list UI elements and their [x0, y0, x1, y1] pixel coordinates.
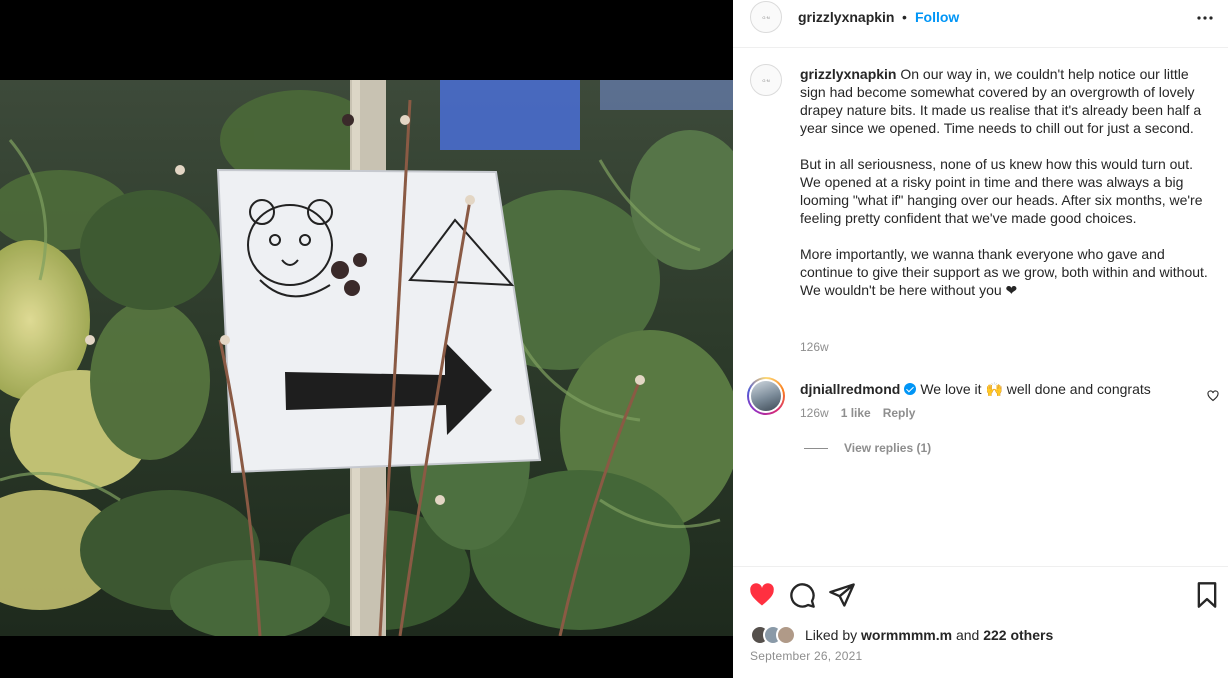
- caption-username[interactable]: grizzlyxnapkin: [800, 66, 896, 82]
- view-replies-button[interactable]: View replies (1): [804, 441, 931, 455]
- comment-icon: [790, 583, 815, 608]
- caption-paragraph-3: More importantly, we wanna thank everyon…: [800, 246, 1208, 298]
- comment-timestamp[interactable]: 126w: [800, 406, 829, 420]
- liked-by-prefix: Liked by: [805, 627, 858, 643]
- comment-like-button[interactable]: [1207, 389, 1219, 402]
- verified-badge-icon: [904, 383, 917, 395]
- commenter-avatar-image: [749, 379, 783, 413]
- follow-button[interactable]: Follow: [915, 9, 959, 25]
- post-media: [0, 0, 733, 678]
- caption-avatar[interactable]: G·N: [750, 64, 782, 96]
- bookmark-icon: [1197, 582, 1217, 608]
- view-replies-label: View replies (1): [844, 441, 932, 455]
- comment-button[interactable]: [788, 581, 816, 609]
- commenter-username[interactable]: djniallredmond: [800, 381, 900, 397]
- liked-by-row: Liked by wormmmm.m and 222 others: [750, 625, 1053, 645]
- liker-avatar: [776, 625, 796, 645]
- author-avatar-logo: G·N: [762, 14, 770, 20]
- comments-section[interactable]: G·N grizzlyxnapkin On our way in, we cou…: [733, 49, 1228, 565]
- liker-avatars[interactable]: [750, 625, 805, 645]
- post-detail-panel: G·N grizzlyxnapkin • Follow G·N grizzlyx…: [733, 0, 1228, 678]
- post-header: G·N grizzlyxnapkin • Follow: [733, 0, 1228, 48]
- post-actions: Liked by wormmmm.m and 222 others Septem…: [733, 566, 1228, 678]
- post-caption: grizzlyxnapkin On our way in, we couldn'…: [800, 65, 1210, 299]
- caption-avatar-logo: G·N: [762, 77, 770, 83]
- liked-by-and: and: [955, 627, 980, 643]
- liked-by-others-link[interactable]: 222 others: [983, 627, 1053, 643]
- post-photo-image: [0, 80, 733, 636]
- more-horizontal-icon: [1197, 16, 1213, 20]
- comment-meta: 126w 1 like Reply: [800, 406, 915, 420]
- comment-body: djniallredmond We love it 🙌 well done and…: [800, 380, 1200, 398]
- send-icon: [829, 583, 855, 607]
- save-button[interactable]: [1193, 581, 1221, 609]
- view-replies-line: [804, 447, 828, 449]
- author-avatar[interactable]: G·N: [750, 1, 782, 33]
- like-button[interactable]: [748, 581, 776, 609]
- heart-outline-icon: [1207, 390, 1219, 402]
- post-date[interactable]: September 26, 2021: [750, 649, 862, 663]
- share-button[interactable]: [828, 581, 856, 609]
- more-options-button[interactable]: [1193, 6, 1217, 30]
- header-separator: •: [902, 9, 907, 25]
- caption-paragraph-2: But in all seriousness, none of us knew …: [800, 156, 1203, 226]
- author-username[interactable]: grizzlyxnapkin: [798, 9, 894, 25]
- post-photo[interactable]: [0, 80, 733, 636]
- commenter-avatar[interactable]: [747, 377, 785, 415]
- heart-filled-icon: [750, 583, 774, 606]
- comment-reply-button[interactable]: Reply: [883, 406, 916, 420]
- comment-text: We love it 🙌 well done and congrats: [920, 381, 1151, 397]
- comment-likes-count[interactable]: 1 like: [841, 406, 871, 420]
- caption-timestamp[interactable]: 126w: [800, 340, 829, 354]
- liked-by-username[interactable]: wormmmm.m: [861, 627, 952, 643]
